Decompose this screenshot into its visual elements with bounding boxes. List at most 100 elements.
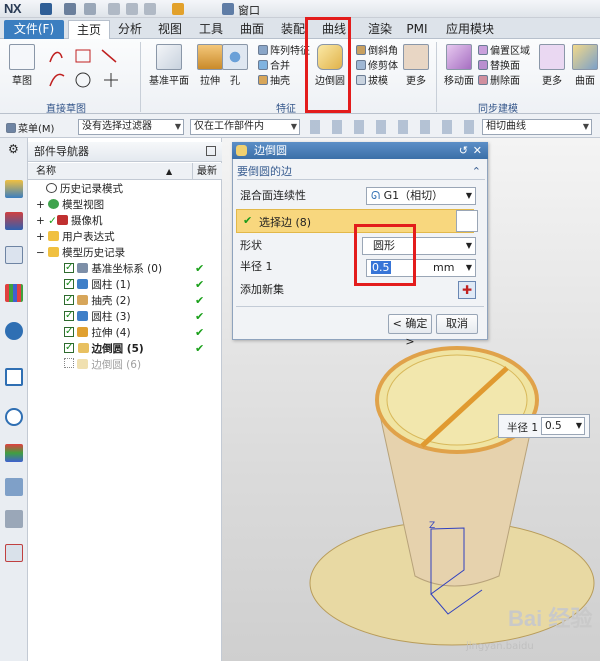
constraint-navigator-icon[interactable] <box>5 246 23 264</box>
section-edges-to-blend[interactable]: 要倒圆的边 ⌃ <box>237 163 485 180</box>
visibility-checkbox[interactable] <box>64 308 74 324</box>
tree-item-edge-blend-5[interactable]: 边倒圆 (5) ✔ <box>28 340 222 357</box>
ok-button[interactable]: < 确定 > <box>388 314 432 348</box>
save-icon[interactable] <box>40 3 52 15</box>
chevron-down-icon: ▼ <box>465 241 472 250</box>
pattern-feature-button[interactable]: 阵列特征 <box>258 44 310 59</box>
tab-home[interactable]: 主页 <box>68 20 110 39</box>
replace-face-button[interactable]: 替换面 <box>478 59 530 74</box>
paste-icon[interactable] <box>144 3 156 15</box>
tab-application[interactable]: 应用模块 <box>440 20 500 39</box>
curve-rule-select[interactable]: 相切曲线 ▼ <box>482 119 592 135</box>
tab-view[interactable]: 视图 <box>152 20 188 39</box>
sketch-button[interactable]: 草图 <box>4 44 40 87</box>
more-button-1[interactable]: 更多 <box>402 44 430 87</box>
cut-icon[interactable] <box>108 3 120 15</box>
reuse-library-icon[interactable] <box>5 284 23 302</box>
window-menu[interactable]: 窗口 <box>238 2 260 18</box>
history-icon[interactable] <box>5 408 23 426</box>
type-filter-select[interactable]: 没有选择过滤器 ▼ <box>78 119 184 135</box>
menu-button[interactable]: 菜单(M) <box>6 120 54 135</box>
assembly-navigator-icon[interactable] <box>5 212 23 230</box>
more-button-2[interactable]: 更多 <box>538 44 566 87</box>
move-face-button[interactable]: 移动面 <box>440 44 478 87</box>
unite-button[interactable]: 合并 <box>258 59 310 74</box>
shell-button[interactable]: 抽壳 <box>258 74 310 89</box>
visibility-checkbox[interactable] <box>64 260 74 276</box>
tree-item-edge-blend-6[interactable]: 边倒圆 (6) <box>28 357 222 373</box>
line-icon <box>101 49 117 63</box>
redo-icon[interactable] <box>84 3 96 15</box>
add-set-icon[interactable]: ✚ <box>458 281 476 299</box>
tree-item-cylinder-1[interactable]: 圆柱 (1) ✔ <box>28 276 222 293</box>
tab-render[interactable]: 渲染 <box>362 20 398 39</box>
tree-item-shell-2[interactable]: 抽壳 (2) ✔ <box>28 292 222 309</box>
chamfer-button[interactable]: 倒斜角 <box>356 44 398 59</box>
command-finder-icon[interactable] <box>172 3 184 15</box>
trim-body-button[interactable]: 修剪体 <box>356 59 398 74</box>
group-feature-label: 特征 <box>276 104 296 115</box>
check-icon: ✓ <box>48 215 57 227</box>
model-view-icon <box>48 199 60 209</box>
tab-tools[interactable]: 工具 <box>193 20 229 39</box>
edge-blend-icon <box>77 359 89 369</box>
snap-tool-icons[interactable] <box>310 120 480 134</box>
visibility-checkbox[interactable] <box>64 340 74 356</box>
offset-region-button[interactable]: 偏置区域 <box>478 44 530 59</box>
info-icon[interactable] <box>5 322 23 340</box>
tab-analysis[interactable]: 分析 <box>112 20 148 39</box>
maximize-icon[interactable] <box>206 146 216 156</box>
shape-label: 形状 <box>240 239 262 252</box>
tab-file[interactable]: 文件(F) <box>4 20 64 39</box>
tree-item-extrude-4[interactable]: 拉伸 (4) ✔ <box>28 324 222 341</box>
column-latest-header[interactable]: 最新 <box>192 163 217 180</box>
manufacturing-wizard-icon[interactable] <box>5 510 23 528</box>
clock-icon <box>46 183 57 193</box>
radius-callout-input[interactable]: 0.5 ▼ <box>541 417 585 435</box>
select-edge-cube-icon[interactable] <box>456 210 478 232</box>
tree-item-model-history[interactable]: − 模型历史记录 <box>28 245 222 261</box>
window-icon[interactable] <box>222 3 234 15</box>
chevron-down-icon: ▼ <box>582 122 589 131</box>
tab-surface[interactable]: 曲面 <box>234 20 270 39</box>
tree-item-datum-csys[interactable]: 基准坐标系 (0) ✔ <box>28 260 222 277</box>
tree-item-cameras[interactable]: + ✓ 摄像机 <box>28 213 222 229</box>
roles-icon[interactable] <box>5 544 23 562</box>
scope-select[interactable]: 仅在工作部件内 ▼ <box>190 119 300 135</box>
draft-button[interactable]: 拔模 <box>356 74 398 89</box>
part-navigator-icon[interactable] <box>5 180 23 198</box>
gear-icon[interactable]: ⚙ <box>8 142 19 156</box>
datum-plane-button[interactable]: 基准平面 <box>146 44 192 87</box>
web-browser-icon[interactable] <box>5 368 23 386</box>
cancel-button[interactable]: 取消 <box>436 314 478 334</box>
close-icon[interactable]: ✕ <box>473 142 482 159</box>
process-studio-icon[interactable] <box>5 478 23 496</box>
surface-button[interactable]: 曲面 <box>570 44 600 87</box>
visibility-checkbox[interactable] <box>64 292 74 308</box>
ribbon-separator <box>436 42 437 112</box>
unite-icon <box>258 60 268 70</box>
column-name-header[interactable]: 名称 <box>36 163 56 180</box>
check-icon: ✔ <box>243 214 253 227</box>
tree-item-user-expressions[interactable]: + 用户表达式 <box>28 229 222 245</box>
collapse-icon[interactable]: ⌃ <box>472 163 481 180</box>
check-icon: ✔ <box>195 294 205 307</box>
tab-pmi[interactable]: PMI <box>402 20 432 39</box>
radius-callout[interactable]: 半径 1 0.5 ▼ <box>498 414 590 438</box>
tree-item-model-views[interactable]: + 模型视图 <box>28 197 222 213</box>
visualization-icon[interactable] <box>5 444 23 462</box>
undo-icon[interactable] <box>64 3 76 15</box>
visibility-checkbox[interactable] <box>64 276 74 292</box>
tree-item-history-mode[interactable]: 历史记录模式 <box>28 181 222 197</box>
reset-icon[interactable]: ↺ <box>459 142 468 159</box>
sketch-curve-tools[interactable] <box>46 44 130 92</box>
group-sync-label: 同步建模 <box>478 104 518 115</box>
sync-small-commands: 偏置区域 替换面 删除面 <box>478 44 530 89</box>
visibility-checkbox[interactable] <box>64 324 74 340</box>
tree-item-cylinder-3[interactable]: 圆柱 (3) ✔ <box>28 308 222 325</box>
hole-button[interactable]: 孔 <box>220 44 250 87</box>
delete-face-button[interactable]: 删除面 <box>478 74 530 89</box>
chevron-down-icon: ▼ <box>465 263 472 272</box>
copy-icon[interactable] <box>126 3 138 15</box>
continuity-select[interactable]: ᘏ G1（相切） ▼ <box>366 187 476 205</box>
